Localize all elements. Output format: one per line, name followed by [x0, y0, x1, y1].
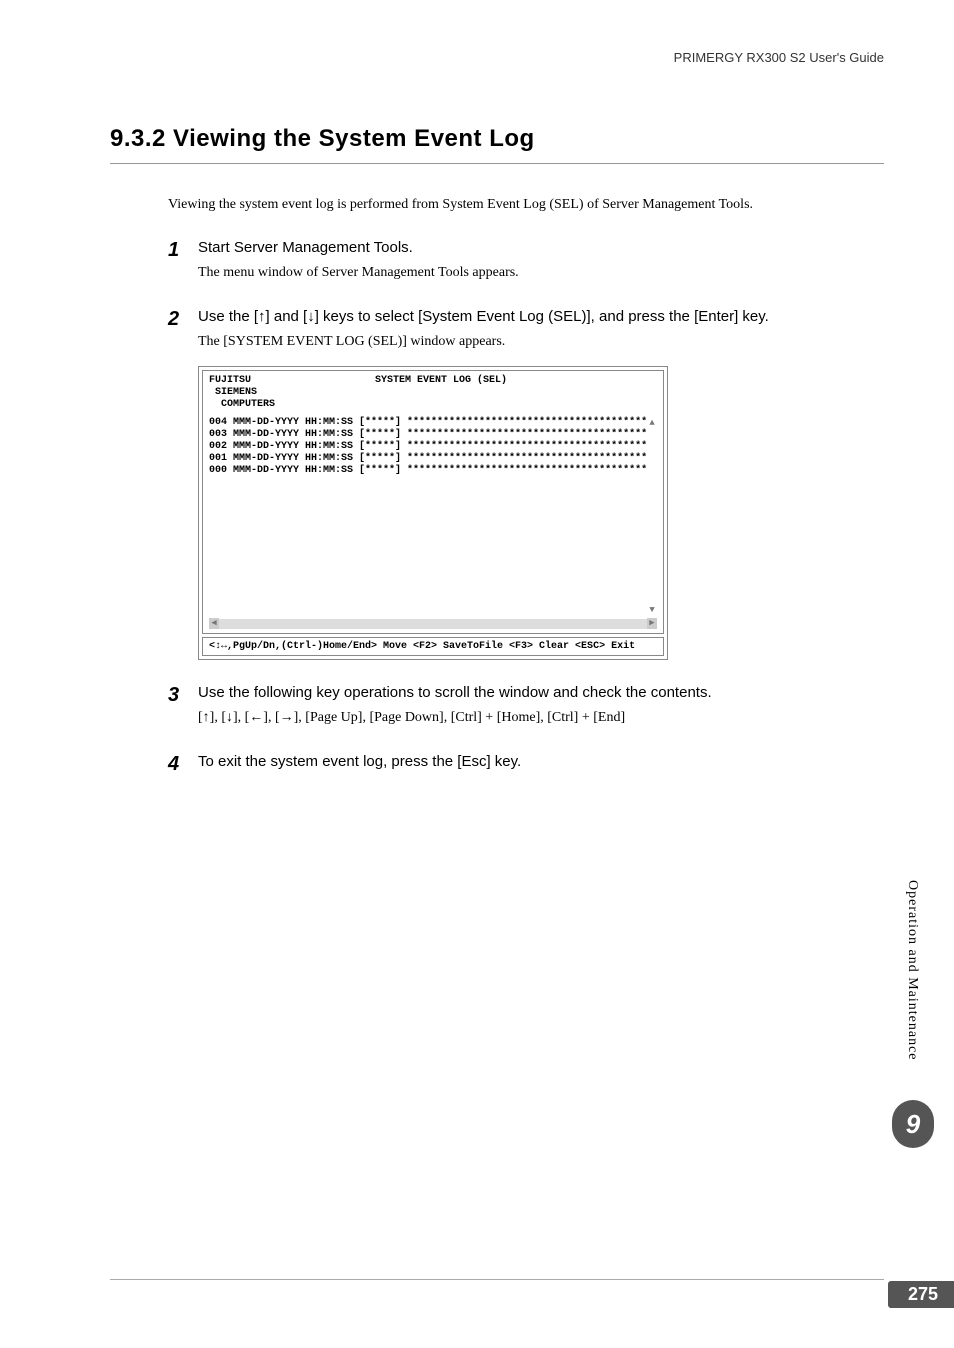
- step-2: 2 Use the [↑] and [↓] keys to select [Sy…: [168, 308, 884, 353]
- sel-window-figure: FUJITSU SIEMENS COMPUTERS SYSTEM EVENT L…: [198, 366, 668, 660]
- footer-rule: [110, 1279, 884, 1280]
- vendor-label: FUJITSU SIEMENS COMPUTERS: [209, 375, 275, 411]
- sel-title: SYSTEM EVENT LOG (SEL): [375, 375, 507, 411]
- scroll-down-icon[interactable]: ▼: [649, 605, 654, 616]
- step-desc: The [SYSTEM EVENT LOG (SEL)] window appe…: [198, 331, 884, 353]
- sel-log-lines: 004 MMM-DD-YYYY HH:MM:SS [*****] *******…: [209, 417, 647, 617]
- chapter-badge: 9: [892, 1100, 934, 1148]
- step-4: 4 To exit the system event log, press th…: [168, 753, 884, 776]
- step-title: To exit the system event log, press the …: [198, 753, 884, 770]
- step-title: Use the following key operations to scro…: [198, 684, 884, 701]
- side-section-label: Operation and Maintenance: [904, 880, 920, 1061]
- step-number: 2: [168, 308, 198, 331]
- step-3: 3 Use the following key operations to sc…: [168, 684, 884, 729]
- step-title: Start Server Management Tools.: [198, 239, 884, 256]
- scroll-up-icon[interactable]: ▲: [649, 418, 654, 429]
- page-header: PRIMERGY RX300 S2 User's Guide: [110, 50, 884, 65]
- section-title: 9.3.2 Viewing the System Event Log: [110, 125, 884, 153]
- section-rule: [110, 163, 884, 164]
- scroll-right-icon[interactable]: ▶: [647, 618, 657, 629]
- horizontal-scrollbar[interactable]: ◀ ▶: [209, 619, 657, 629]
- page-number: 275: [888, 1281, 954, 1308]
- step-desc: [↑], [↓], [←], [→], [Page Up], [Page Dow…: [198, 707, 884, 729]
- step-1: 1 Start Server Management Tools. The men…: [168, 239, 884, 284]
- sel-footer-keys: <↕↔,PgUp/Dn,(Ctrl-)Home/End> Move <F2> S…: [202, 637, 664, 656]
- step-number: 4: [168, 753, 198, 776]
- step-number: 3: [168, 684, 198, 707]
- step-desc: The menu window of Server Management Too…: [198, 262, 884, 284]
- step-title: Use the [↑] and [↓] keys to select [Syst…: [198, 308, 884, 325]
- intro-text: Viewing the system event log is performe…: [168, 194, 884, 215]
- step-number: 1: [168, 239, 198, 262]
- scroll-left-icon[interactable]: ◀: [209, 618, 219, 629]
- vertical-scrollbar[interactable]: ▲ ▼: [647, 417, 657, 617]
